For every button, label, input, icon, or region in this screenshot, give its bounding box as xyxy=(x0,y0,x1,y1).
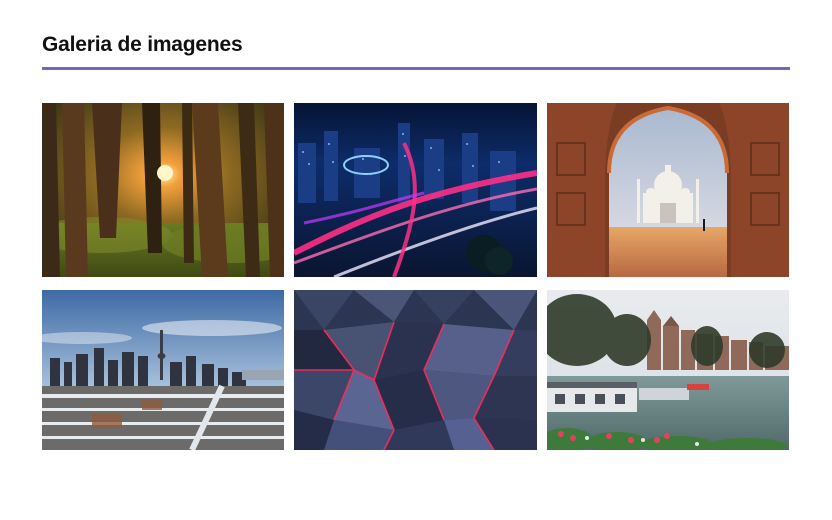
gallery-image-taj-mahal[interactable] xyxy=(547,103,789,277)
page-title: Galeria de imagenes xyxy=(42,33,243,56)
title-underline xyxy=(42,67,790,70)
gallery-image-city-night[interactable] xyxy=(294,103,537,277)
image-gallery xyxy=(42,103,790,450)
gallery-image-geometric[interactable] xyxy=(294,290,537,450)
canal-image xyxy=(547,290,789,450)
city-night-image xyxy=(294,103,537,277)
city-skyline-image xyxy=(42,290,284,450)
page: Galeria de imagenes xyxy=(0,0,832,520)
taj-mahal-image xyxy=(547,103,789,277)
gallery-image-canal[interactable] xyxy=(547,290,789,450)
forest-image xyxy=(42,103,284,277)
gallery-image-city-skyline[interactable] xyxy=(42,290,284,450)
gallery-image-forest[interactable] xyxy=(42,103,284,277)
geometric-image xyxy=(294,290,537,450)
